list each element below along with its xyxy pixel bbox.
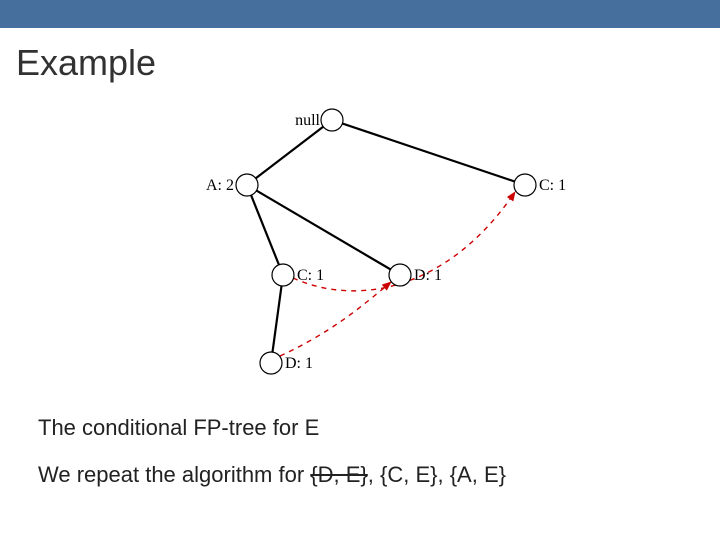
caption-repeat-pre: We repeat the algorithm for xyxy=(38,462,310,487)
edge-A-Cleft xyxy=(247,185,283,275)
link-D-D xyxy=(280,282,391,356)
caption-repeat-algorithm: We repeat the algorithm for {D, E}, {C, … xyxy=(38,462,506,488)
node-D-left-label: D: 1 xyxy=(285,355,313,372)
title-top-band xyxy=(0,0,720,28)
edge-root-A xyxy=(247,120,332,185)
caption-repeat-strike: {D, E} xyxy=(310,462,367,487)
node-D-right-label: D: 1 xyxy=(414,267,442,284)
fp-tree-diagram: null A: 2 C: 1 C: 1 D: 1 D: 1 xyxy=(0,98,720,398)
caption-conditional-tree: The conditional FP-tree for E xyxy=(38,415,319,441)
node-root xyxy=(321,109,343,131)
node-A-label: A: 2 xyxy=(206,177,234,194)
node-C-left-label: C: 1 xyxy=(297,267,324,284)
node-root-label: null xyxy=(295,112,320,129)
node-A xyxy=(236,174,258,196)
node-C-left xyxy=(272,264,294,286)
caption-repeat-post: , {C, E}, {A, E} xyxy=(368,462,506,487)
node-D-right xyxy=(389,264,411,286)
slide-title: Example xyxy=(16,42,156,84)
node-C-right-label: C: 1 xyxy=(539,177,566,194)
node-C-right xyxy=(514,174,536,196)
edge-root-Cright xyxy=(332,120,525,185)
edge-Cleft-Dleft xyxy=(271,275,283,363)
node-D-left xyxy=(260,352,282,374)
edge-A-Dright xyxy=(247,185,400,275)
